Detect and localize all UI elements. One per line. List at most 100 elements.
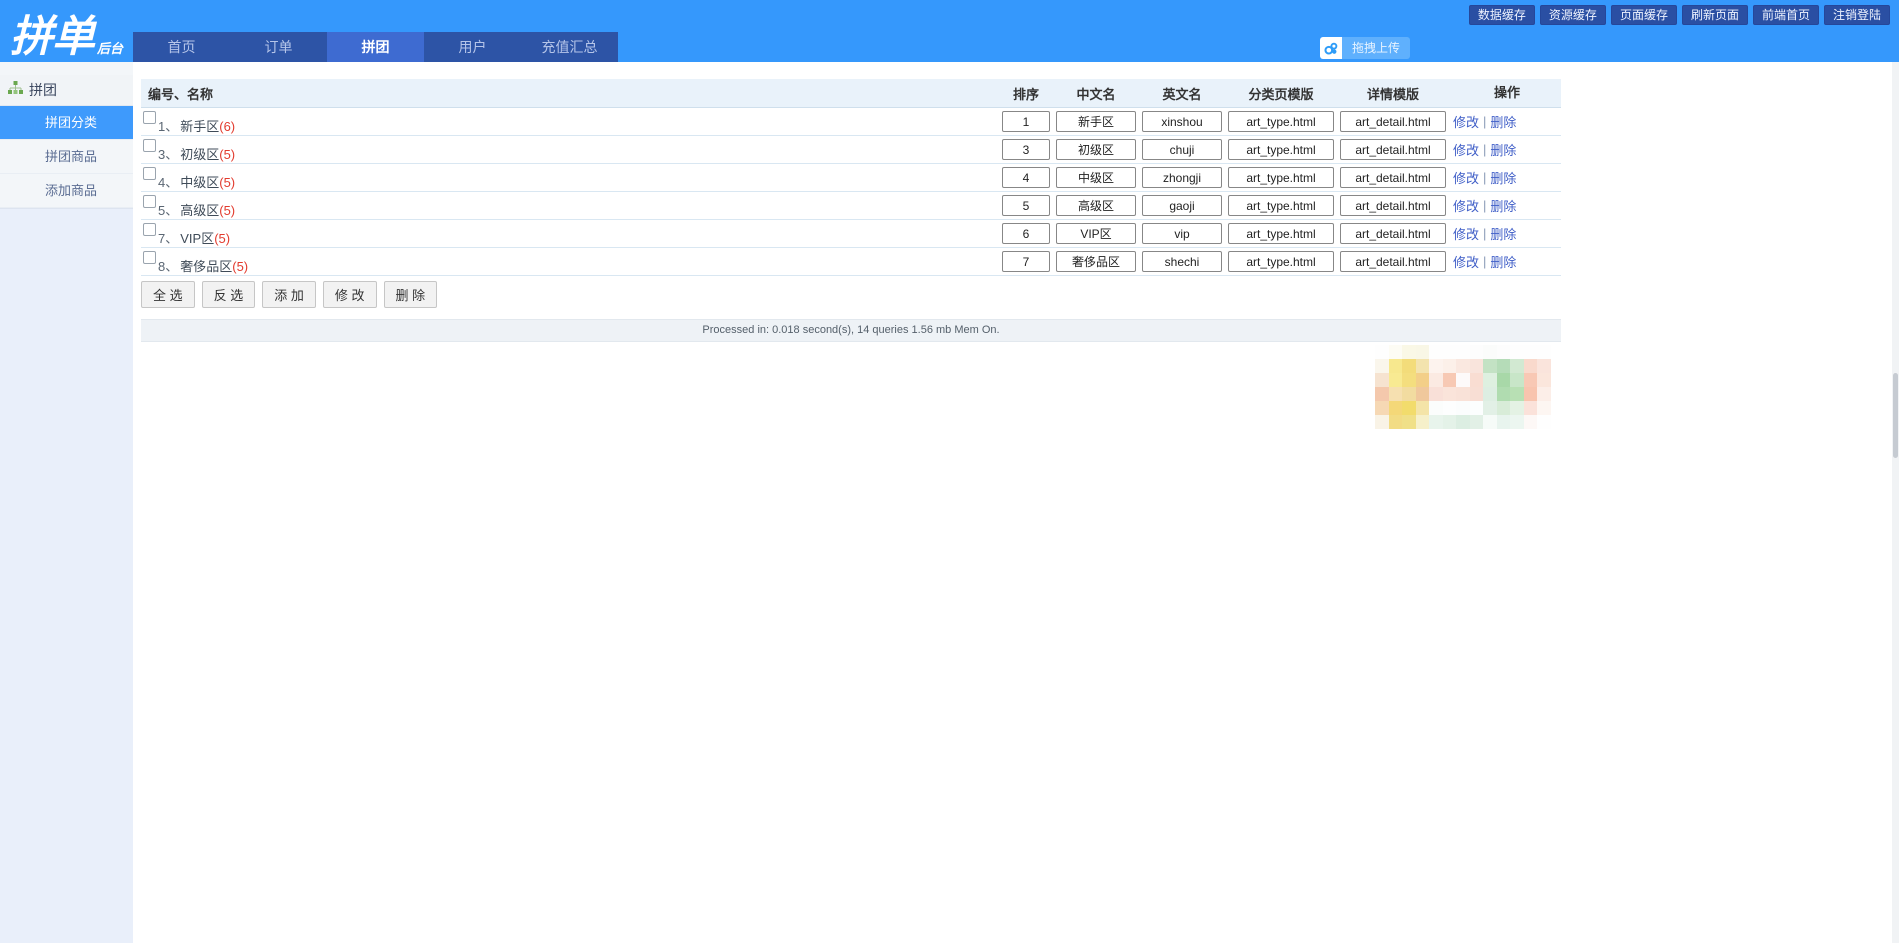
tab-orders[interactable]: 订单 bbox=[230, 32, 327, 62]
col-header-detail-template: 详情模版 bbox=[1366, 86, 1419, 102]
row-category-name: 初级区 bbox=[180, 147, 220, 162]
detail-template-input[interactable] bbox=[1340, 167, 1446, 188]
sidebar-group-pintuan[interactable]: 拼团 bbox=[0, 75, 133, 106]
sort-input[interactable] bbox=[1002, 111, 1050, 132]
sort-input[interactable] bbox=[1002, 251, 1050, 272]
row-operations: 修改 | 删除 bbox=[1449, 112, 1561, 131]
row-checkbox[interactable] bbox=[143, 223, 156, 236]
cn-name-input[interactable] bbox=[1056, 223, 1136, 244]
cn-name-input[interactable] bbox=[1056, 195, 1136, 216]
delete-link[interactable]: 删除 bbox=[1490, 252, 1516, 271]
row-checkbox[interactable] bbox=[143, 111, 156, 124]
category-template-input[interactable] bbox=[1228, 223, 1334, 244]
row-category-name: 新手区 bbox=[180, 119, 220, 134]
tab-users[interactable]: 用户 bbox=[424, 32, 521, 62]
en-name-input[interactable] bbox=[1142, 167, 1222, 188]
category-template-input[interactable] bbox=[1228, 251, 1334, 272]
tab-home[interactable]: 首页 bbox=[133, 32, 230, 62]
main-nav: 首页 订单 拼团 用户 充值汇总 bbox=[133, 32, 618, 62]
row-label: 7、 VIP区(5) bbox=[158, 228, 230, 247]
en-name-input[interactable] bbox=[1142, 251, 1222, 272]
col-header-category-template: 分类页模版 bbox=[1248, 86, 1314, 102]
operation-separator: | bbox=[1483, 198, 1487, 213]
row-name-cell: 1、 新手区(6) bbox=[141, 108, 999, 135]
en-name-input[interactable] bbox=[1142, 111, 1222, 132]
page-cache-button[interactable]: 页面缓存 bbox=[1610, 5, 1677, 25]
refresh-page-button[interactable]: 刷新页面 bbox=[1681, 5, 1748, 25]
data-cache-button[interactable]: 数据缓存 bbox=[1468, 5, 1535, 25]
frontend-home-button[interactable]: 前端首页 bbox=[1752, 5, 1819, 25]
detail-template-input[interactable] bbox=[1340, 251, 1446, 272]
sidebar-item-group-category[interactable]: 拼团分类 bbox=[0, 106, 133, 140]
row-number: 3、 bbox=[158, 147, 179, 162]
tab-group[interactable]: 拼团 bbox=[327, 32, 424, 62]
delete-link[interactable]: 删除 bbox=[1490, 140, 1516, 159]
sort-input[interactable] bbox=[1002, 223, 1050, 244]
row-name-cell: 4、 中级区(5) bbox=[141, 164, 999, 191]
sidebar: 拼团 拼团分类 拼团商品 添加商品 bbox=[0, 62, 133, 943]
sidebar-filler bbox=[0, 208, 133, 943]
row-operations: 修改 | 删除 bbox=[1449, 140, 1561, 159]
sort-input[interactable] bbox=[1002, 139, 1050, 160]
row-checkbox[interactable] bbox=[143, 195, 156, 208]
row-label: 3、 初级区(5) bbox=[158, 144, 235, 163]
category-template-input[interactable] bbox=[1228, 111, 1334, 132]
edit-link[interactable]: 修改 bbox=[1453, 168, 1479, 187]
delete-link[interactable]: 删除 bbox=[1490, 196, 1516, 215]
delete-link[interactable]: 删除 bbox=[1490, 224, 1516, 243]
logout-button[interactable]: 注销登陆 bbox=[1823, 5, 1890, 25]
edit-link[interactable]: 修改 bbox=[1453, 252, 1479, 271]
delete-link[interactable]: 删除 bbox=[1490, 168, 1516, 187]
delete-button[interactable]: 删 除 bbox=[383, 281, 438, 308]
col-header-sort: 排序 bbox=[1012, 86, 1039, 102]
table-row: 1、新手区(6) 修改 | 删除 bbox=[141, 108, 1561, 136]
category-template-input[interactable] bbox=[1228, 139, 1334, 160]
sort-input[interactable] bbox=[1002, 195, 1050, 216]
row-checkbox[interactable] bbox=[143, 251, 156, 264]
invert-selection-button[interactable]: 反 选 bbox=[201, 281, 256, 308]
cloud-upload-icon bbox=[1320, 37, 1342, 59]
main-content: 编号、名称 排序 中文名 英文名 分类页模版 详情模版 操作 1、 新手区(6) … bbox=[133, 62, 1892, 943]
drag-upload-button[interactable]: 拖拽上传 bbox=[1342, 37, 1411, 59]
tab-recharge-summary[interactable]: 充值汇总 bbox=[521, 32, 618, 62]
operation-separator: | bbox=[1483, 142, 1487, 157]
en-name-input[interactable] bbox=[1142, 139, 1222, 160]
col-header-operations: 操作 bbox=[1493, 85, 1520, 100]
operation-separator: | bbox=[1483, 170, 1487, 185]
edit-link[interactable]: 修改 bbox=[1453, 140, 1479, 159]
cn-name-input[interactable] bbox=[1056, 111, 1136, 132]
select-all-button[interactable]: 全 选 bbox=[141, 281, 195, 308]
sort-input[interactable] bbox=[1002, 167, 1050, 188]
row-checkbox[interactable] bbox=[143, 139, 156, 152]
row-name-cell: 8、 奢侈品区(5) bbox=[141, 248, 999, 275]
edit-link[interactable]: 修改 bbox=[1453, 224, 1479, 243]
cn-name-input[interactable] bbox=[1056, 251, 1136, 272]
sidebar-item-group-products[interactable]: 拼团商品 bbox=[0, 140, 133, 174]
add-button[interactable]: 添 加 bbox=[262, 281, 316, 308]
sidebar-item-add-product[interactable]: 添加商品 bbox=[0, 174, 133, 208]
operation-separator: | bbox=[1483, 114, 1487, 129]
row-label: 4、 中级区(5) bbox=[158, 172, 235, 191]
cache-button-bar: 数据缓存 资源缓存 页面缓存 刷新页面 前端首页 注销登陆 bbox=[1468, 5, 1890, 25]
cn-name-input[interactable] bbox=[1056, 139, 1136, 160]
table-row: 3、初级区(5) 修改 | 删除 bbox=[141, 136, 1561, 164]
category-template-input[interactable] bbox=[1228, 167, 1334, 188]
category-template-input[interactable] bbox=[1228, 195, 1334, 216]
detail-template-input[interactable] bbox=[1340, 223, 1446, 244]
operation-separator: | bbox=[1483, 226, 1487, 241]
en-name-input[interactable] bbox=[1142, 223, 1222, 244]
detail-template-input[interactable] bbox=[1340, 195, 1446, 216]
detail-template-input[interactable] bbox=[1340, 111, 1446, 132]
edit-link[interactable]: 修改 bbox=[1453, 112, 1479, 131]
table-row: 4、中级区(5) 修改 | 删除 bbox=[141, 164, 1561, 192]
edit-link[interactable]: 修改 bbox=[1453, 196, 1479, 215]
detail-template-input[interactable] bbox=[1340, 139, 1446, 160]
en-name-input[interactable] bbox=[1142, 195, 1222, 216]
cn-name-input[interactable] bbox=[1056, 167, 1136, 188]
scrollbar-thumb[interactable] bbox=[1893, 373, 1898, 458]
resource-cache-button[interactable]: 资源缓存 bbox=[1539, 5, 1606, 25]
delete-link[interactable]: 删除 bbox=[1490, 112, 1516, 131]
category-table: 编号、名称 排序 中文名 英文名 分类页模版 详情模版 操作 1、 新手区(6) … bbox=[141, 79, 1561, 276]
modify-button[interactable]: 修 改 bbox=[322, 281, 377, 308]
row-checkbox[interactable] bbox=[143, 167, 156, 180]
